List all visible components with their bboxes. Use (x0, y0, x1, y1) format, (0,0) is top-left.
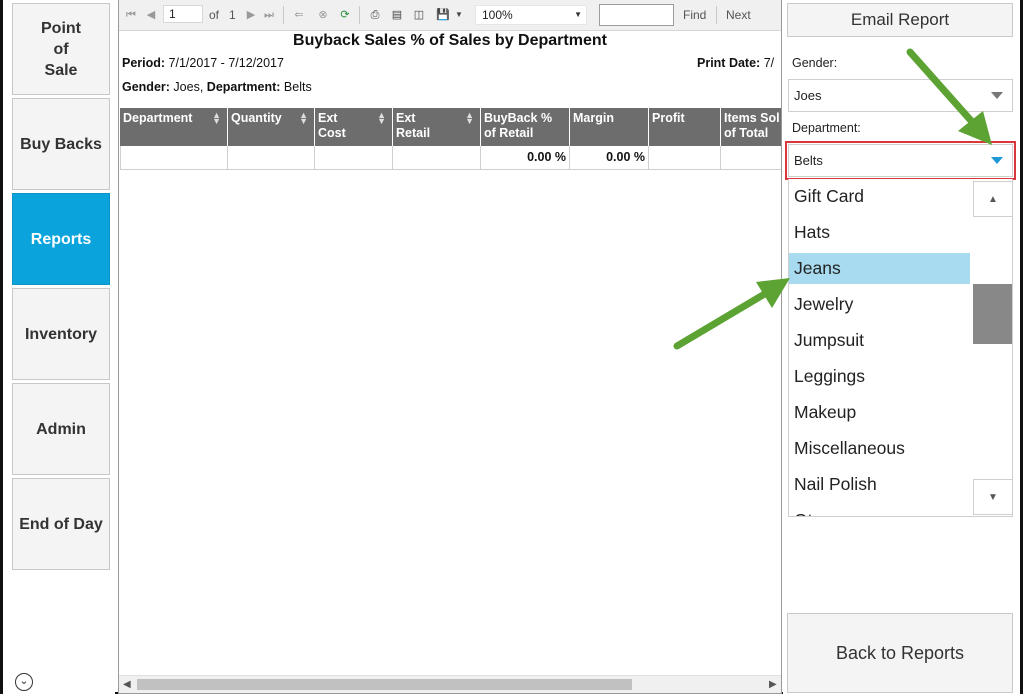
back-icon[interactable]: ⇐ (291, 6, 307, 24)
nav-buy-backs[interactable]: Buy Backs (12, 98, 110, 190)
column-header-ext-cost[interactable]: Ext Cost ▲ ▼ (315, 108, 393, 146)
toolbar-separator (359, 6, 360, 24)
page-number-input[interactable]: 1 (163, 5, 203, 23)
of-label: of (209, 8, 220, 22)
table-header: Department ▲ ▼ Quantity ▲ ▼ Ext Cost ▲ ▼ Ext R… (120, 108, 781, 146)
horizontal-scrollbar[interactable]: ◀ ▶ (119, 675, 781, 693)
export-icon[interactable]: 💾 (435, 6, 451, 24)
scroll-up-icon[interactable]: ▲ (973, 181, 1012, 217)
gender-select[interactable]: Joes (788, 79, 1013, 112)
find-button[interactable]: Find (683, 6, 706, 24)
dropdown-scrollbar[interactable]: ▲ ▼ (973, 179, 1012, 516)
column-header-quantity[interactable]: Quantity ▲ ▼ (228, 108, 315, 146)
department-select-value: Belts (794, 153, 823, 168)
column-header-items-sold[interactable]: Items Sol of Total (721, 108, 781, 146)
print-icon[interactable]: ⎙ (367, 6, 383, 24)
table-cell (393, 146, 481, 170)
print-date-label: Print Date: (697, 56, 761, 70)
sort-icon[interactable]: ▲ ▼ (299, 111, 308, 126)
nav-end-of-day[interactable]: End of Day (12, 478, 110, 570)
list-item[interactable]: Makeup (789, 397, 970, 428)
total-pages: 1 (229, 8, 236, 22)
first-page-icon[interactable]: ⏮ (123, 6, 139, 24)
toolbar-separator (283, 6, 284, 24)
column-header-buyback-pct[interactable]: BuyBack % of Retail (481, 108, 570, 146)
nav-point-of-sale[interactable]: Point of Sale (12, 3, 110, 95)
table-cell (649, 146, 721, 170)
column-header-profit[interactable]: Profit (649, 108, 721, 146)
back-to-reports-button[interactable]: Back to Reports (787, 613, 1013, 693)
table-cell: 0.00 % (481, 146, 570, 170)
department-label: Department: (792, 121, 861, 135)
scroll-right-icon[interactable]: ▶ (769, 676, 777, 693)
list-item[interactable]: Ot (789, 505, 970, 516)
period-label: Period: (122, 56, 166, 70)
gender-select-value: Joes (794, 88, 822, 103)
list-item[interactable]: Jumpsuit (789, 325, 970, 356)
stop-icon[interactable]: ⊗ (315, 6, 331, 24)
chevron-down-circle-icon[interactable]: ⌄ (15, 673, 33, 691)
next-button[interactable]: Next (726, 6, 751, 24)
department-value: Belts (283, 80, 312, 94)
toolbar-separator (716, 6, 717, 24)
department-label: Department: (206, 80, 281, 94)
filter-line: Gender: Joes, Department: Belts (122, 80, 312, 94)
email-report-button[interactable]: Email Report (787, 3, 1013, 37)
period-line: Period: 7/1/2017 - 7/12/2017 (122, 56, 284, 70)
list-item[interactable]: Hats (789, 217, 970, 248)
scrollbar-thumb[interactable] (137, 679, 632, 690)
zoom-value: 100% (482, 8, 513, 22)
table-cell (315, 146, 393, 170)
zoom-select[interactable]: 100% ▼ (475, 5, 587, 25)
sort-icon[interactable]: ▲ ▼ (377, 111, 386, 126)
refresh-icon[interactable]: ⟳ (337, 6, 353, 24)
column-header-ext-retail[interactable]: Ext Retail ▲ ▼ (393, 108, 481, 146)
gender-label: Gender: (792, 56, 838, 70)
table-cell (721, 146, 781, 170)
report-toolbar: ⏮ ◀ 1 of 1 ▶ ⏭ ⇐ ⊗ ⟳ ⎙ ▤ ◫ 💾 ▼ 100% ▼ Fi… (119, 0, 781, 31)
report-viewer: ⏮ ◀ 1 of 1 ▶ ⏭ ⇐ ⊗ ⟳ ⎙ ▤ ◫ 💾 ▼ 100% ▼ Fi… (118, 0, 782, 694)
list-item[interactable]: Miscellaneous (789, 433, 970, 464)
nav-admin[interactable]: Admin (12, 383, 110, 475)
list-item-selected[interactable]: Jeans (789, 253, 970, 284)
left-nav: Point of Sale Buy Backs Reports Inventor… (3, 0, 115, 694)
scroll-down-icon[interactable]: ▼ (973, 479, 1012, 515)
nav-reports[interactable]: Reports (12, 193, 110, 285)
last-page-icon[interactable]: ⏭ (261, 6, 277, 24)
list-item[interactable]: Gift Card (789, 181, 970, 212)
find-input[interactable] (599, 4, 674, 26)
chevron-down-icon[interactable] (991, 157, 1003, 164)
print-layout-icon[interactable]: ▤ (389, 6, 405, 24)
export-dropdown-icon[interactable]: ▼ (451, 6, 467, 24)
previous-page-icon[interactable]: ◀ (143, 6, 159, 24)
list-item[interactable]: Nail Polish (789, 469, 970, 500)
nav-inventory[interactable]: Inventory (12, 288, 110, 380)
gender-label: Gender: (122, 80, 170, 94)
report-title: Buyback Sales % of Sales by Department (293, 32, 607, 49)
department-select[interactable]: Belts (785, 141, 1016, 180)
scroll-left-icon[interactable]: ◀ (123, 676, 131, 693)
department-dropdown-list[interactable]: Gift Card Hats Jeans Jewelry Jumpsuit Le… (788, 179, 1013, 517)
gender-value: Joes, (173, 80, 204, 94)
chevron-down-icon[interactable] (991, 92, 1003, 99)
table-row: 0.00 % 0.00 % (120, 146, 781, 170)
table-cell: 0.00 % (570, 146, 649, 170)
next-page-icon[interactable]: ▶ (243, 6, 259, 24)
chevron-down-icon: ▼ (574, 10, 582, 19)
page-setup-icon[interactable]: ◫ (411, 6, 427, 24)
print-date-line: Print Date: 7/ (697, 56, 774, 70)
print-date-value: 7/ (763, 56, 775, 70)
table-cell (120, 146, 228, 170)
column-header-department[interactable]: Department ▲ ▼ (120, 108, 228, 146)
filter-panel: Email Report Gender: Joes Department: Be… (783, 0, 1020, 694)
list-item[interactable]: Jewelry (789, 289, 970, 320)
column-header-margin[interactable]: Margin (570, 108, 649, 146)
list-item[interactable]: Leggings (789, 361, 970, 392)
sort-icon[interactable]: ▲ ▼ (212, 111, 221, 126)
scrollbar-thumb[interactable] (973, 284, 1012, 344)
period-value: 7/1/2017 - 7/12/2017 (168, 56, 284, 70)
table-cell (228, 146, 315, 170)
sort-icon[interactable]: ▲ ▼ (465, 111, 474, 126)
